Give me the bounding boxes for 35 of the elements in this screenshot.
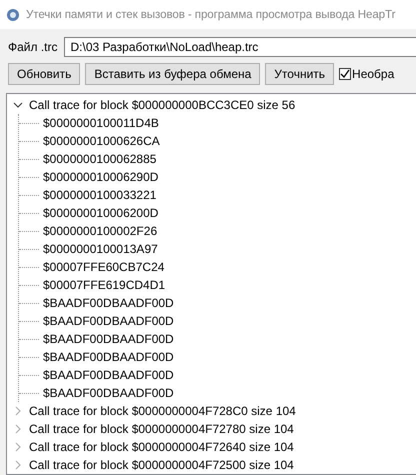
tree-node[interactable]: Call trace for block $0000000004F72780 size 104 bbox=[7, 420, 416, 438]
tree-leaf[interactable]: $0000000100062885 bbox=[43, 152, 156, 166]
tree-leaf[interactable]: $BAADF00DBAADF00D bbox=[43, 296, 174, 310]
tree-leaf[interactable]: $BAADF00DBAADF00D bbox=[43, 368, 174, 382]
toolbar-button[interactable]: Обновить bbox=[8, 63, 80, 85]
tree-leaf[interactable]: $0000000100002F26 bbox=[43, 224, 158, 238]
tree-leaf[interactable]: $0000000100033221 bbox=[43, 188, 156, 202]
tree-leaf[interactable]: $BAADF00DBAADF00D bbox=[43, 314, 174, 328]
file-path-field[interactable]: D:\03 Разработки\NoLoad\heap.trc bbox=[64, 37, 416, 57]
chevron-right-icon[interactable] bbox=[13, 442, 23, 452]
checkbox[interactable] bbox=[339, 68, 352, 80]
tree-leaf[interactable]: $000000010006290D bbox=[43, 170, 158, 184]
chevron-right-icon[interactable] bbox=[13, 406, 23, 416]
chevron-right-icon[interactable] bbox=[13, 424, 23, 434]
checkbox-label: Необра bbox=[352, 67, 394, 81]
tree-leaf[interactable]: $00007FFE619CD4D1 bbox=[43, 278, 166, 292]
tree-leaf[interactable]: $000000010006200D bbox=[43, 206, 158, 220]
tree-leaf[interactable]: $00000001000626CA bbox=[43, 134, 160, 148]
tree-node[interactable]: Call trace for block $0000000004F72500 size 104 bbox=[7, 456, 416, 474]
tree-leaf[interactable]: $00007FFE60CB7C24 bbox=[43, 260, 164, 274]
toolbar-button[interactable]: Уточнить bbox=[265, 63, 334, 85]
window-title: Утечки памяти и стек вызовов - программа просмотра вывода HeapTr bbox=[26, 8, 396, 21]
tree-leaf[interactable]: $BAADF00DBAADF00D bbox=[43, 350, 174, 364]
toolbar-button[interactable]: Вставить из буфера обмена bbox=[85, 63, 260, 85]
chevron-down-icon[interactable] bbox=[13, 100, 23, 110]
app-icon bbox=[6, 8, 20, 22]
tree-node[interactable]: Call trace for block $0000000004F72640 size 104 bbox=[7, 438, 416, 456]
tree-leaf[interactable]: $BAADF00DBAADF00D bbox=[43, 332, 174, 346]
tree-leaf[interactable]: $0000000100013A97 bbox=[43, 242, 158, 256]
tree-node[interactable]: Call trace for block $0000000004F728C0 size 104 bbox=[7, 402, 416, 420]
file-label: Файл .trc bbox=[8, 40, 58, 54]
tree-node[interactable]: Call trace for block $000000000BCC3CE0 size 56 bbox=[7, 96, 416, 114]
tree-leaf[interactable]: $BAADF00DBAADF00D bbox=[43, 386, 174, 400]
tree-leaf[interactable]: $0000000100011D4B bbox=[43, 116, 159, 130]
chevron-right-icon[interactable] bbox=[13, 460, 23, 470]
